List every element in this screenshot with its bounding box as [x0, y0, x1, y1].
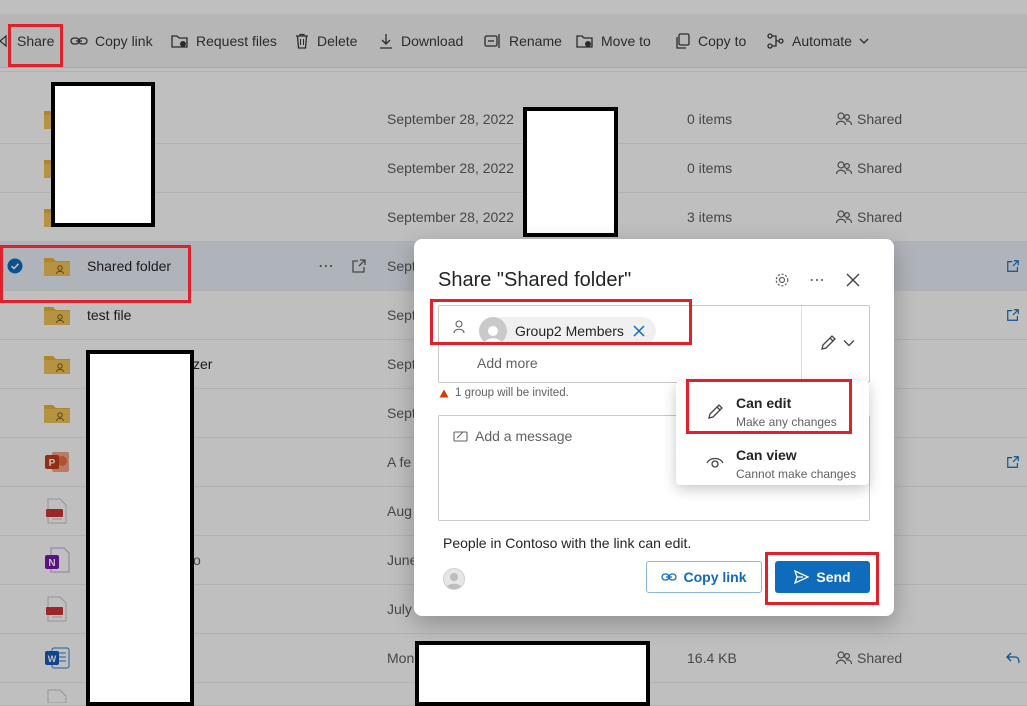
- copy-link-label: Copy link: [683, 569, 747, 585]
- message-placeholder: Add a message: [475, 428, 573, 444]
- invite-warning: 1 group will be invited.: [439, 387, 569, 399]
- link-settings-text[interactable]: People in Contoso with the link can edit…: [443, 535, 691, 551]
- link-icon: [661, 573, 678, 581]
- group-avatar: [479, 317, 507, 345]
- more-options-icon[interactable]: ⋯: [809, 269, 825, 291]
- permission-dropdown[interactable]: [819, 334, 855, 352]
- eye-icon: [706, 457, 724, 468]
- pencil-icon: [708, 404, 723, 419]
- dialog-title: Share "Shared folder": [438, 269, 632, 291]
- copy-link-button[interactable]: Copy link: [646, 561, 762, 593]
- chevron-down-icon: [843, 340, 855, 347]
- recipient-name: Group2 Members: [515, 323, 624, 339]
- remove-recipient-icon[interactable]: [632, 324, 646, 338]
- send-button[interactable]: Send: [775, 561, 870, 593]
- recipient-chip[interactable]: Group2 Members: [479, 317, 656, 345]
- message-icon: [453, 431, 468, 442]
- recipients-field[interactable]: Group2 Members Add more: [438, 305, 870, 384]
- send-icon: [794, 570, 810, 584]
- warning-text: 1 group will be invited.: [455, 387, 569, 399]
- send-label: Send: [816, 569, 851, 585]
- pencil-icon: [821, 335, 836, 350]
- redaction-block: [51, 82, 155, 227]
- redaction-block: [415, 641, 650, 706]
- person-icon: [453, 320, 465, 334]
- option-subtitle: Cannot make changes: [736, 467, 857, 481]
- can-view-option[interactable]: Can view Cannot make changes: [676, 437, 869, 485]
- redaction-block: [86, 350, 194, 706]
- settings-icon[interactable]: [774, 269, 790, 291]
- user-avatar: [443, 568, 465, 590]
- redaction-block: [523, 107, 618, 237]
- divider: [801, 306, 802, 384]
- can-edit-option[interactable]: Can edit Make any changes: [676, 385, 869, 433]
- option-title: Can view: [736, 447, 797, 463]
- add-more-input[interactable]: Add more: [477, 355, 538, 371]
- permission-menu: Can edit Make any changes Can view Canno…: [676, 381, 869, 485]
- option-subtitle: Make any changes: [736, 415, 837, 429]
- option-title: Can edit: [736, 395, 792, 411]
- close-icon[interactable]: [846, 269, 860, 291]
- warning-icon: [439, 389, 449, 397]
